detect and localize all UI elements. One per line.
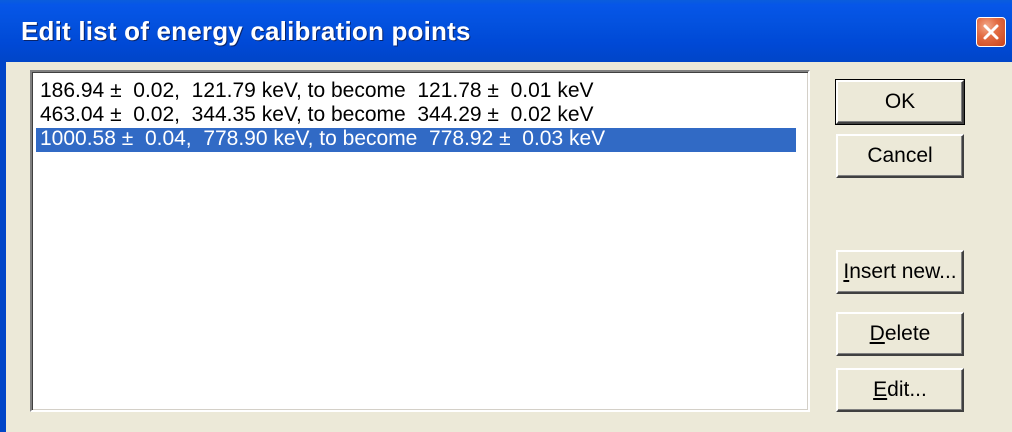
edit-mnemonic: E bbox=[873, 378, 888, 401]
insert-new-button[interactable]: Insert new... bbox=[836, 250, 964, 294]
cancel-button-label: Cancel bbox=[867, 144, 933, 167]
ok-button-label: OK bbox=[884, 90, 916, 113]
delete-label: elete bbox=[884, 322, 931, 345]
edit-label: dit... bbox=[887, 378, 927, 401]
window-frame-left bbox=[0, 62, 6, 432]
title-bar[interactable]: Edit list of energy calibration points bbox=[0, 0, 1012, 62]
delete-button[interactable]: Delete bbox=[836, 312, 964, 356]
insert-new-label: nsert new... bbox=[849, 260, 957, 283]
dialog-window: Edit list of energy calibration points 1… bbox=[0, 0, 1012, 432]
ok-button[interactable]: OK bbox=[835, 79, 965, 125]
calibration-points-list[interactable]: 186.94 ± 0.02, 121.79 keV, to become 121… bbox=[30, 70, 810, 412]
edit-button[interactable]: Edit... bbox=[836, 368, 964, 412]
delete-mnemonic: D bbox=[869, 322, 885, 345]
window-title: Edit list of energy calibration points bbox=[21, 16, 471, 46]
list-item[interactable]: 186.94 ± 0.02, 121.79 keV, to become 121… bbox=[36, 80, 796, 104]
list-item-selected[interactable]: 1000.58 ± 0.04, 778.90 keV, to become 77… bbox=[36, 128, 796, 152]
list-item[interactable]: 463.04 ± 0.02, 344.35 keV, to become 344… bbox=[36, 104, 796, 128]
cancel-button[interactable]: Cancel bbox=[836, 134, 964, 178]
close-button[interactable] bbox=[976, 17, 1006, 47]
